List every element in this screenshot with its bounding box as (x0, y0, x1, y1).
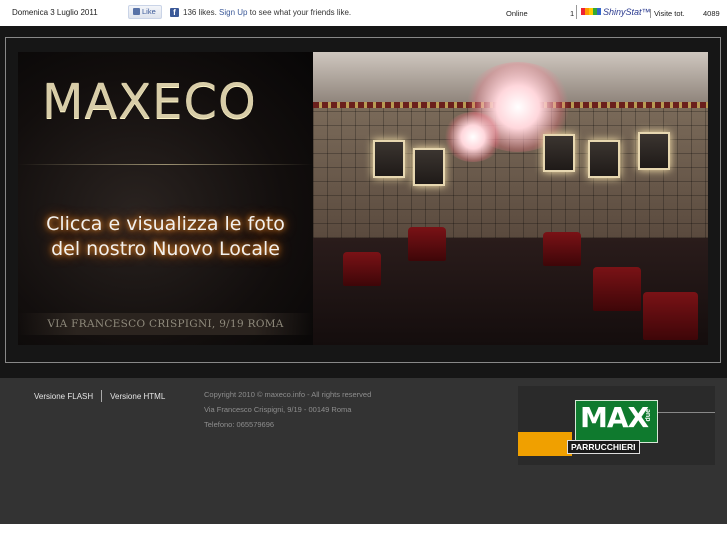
new-location-banner[interactable]: MAXECO Clicca e visualizza le foto del n… (18, 52, 708, 345)
top-bar: Domenica 3 Luglio 2011 Like f 136 likes.… (0, 0, 727, 26)
logo-green-block: MAX due (575, 400, 658, 443)
salon-chair-icon (643, 292, 698, 340)
visite-label: Visite tot. (650, 9, 685, 18)
version-nav: Versione FLASH Versione HTML (34, 390, 165, 402)
logo-due-text: due (645, 409, 652, 422)
flash-version-link[interactable]: Versione FLASH (34, 392, 93, 401)
facebook-icon: f (170, 8, 179, 17)
online-count: 1 (570, 9, 575, 18)
shinystat-logo-icon (581, 8, 601, 15)
chandelier-icon (443, 112, 503, 162)
facebook-like-text: 136 likes. Sign Up to see what your frie… (183, 8, 351, 17)
headline-line-2: del nostro Nuovo Locale (51, 238, 280, 260)
visite-count: 4089 (703, 9, 720, 18)
mirror-icon (373, 140, 405, 178)
page-bottom (0, 524, 727, 545)
mirror-icon (638, 132, 670, 170)
banner-address: VIA FRANCESCO CRISPIGNI, 9/19 ROMA (18, 313, 313, 335)
footer-address: Via Francesco Crispigni, 9/19 - 00149 Ro… (204, 405, 352, 414)
mirror-icon (588, 140, 620, 178)
mirror-icon (543, 134, 575, 172)
mirror-icon (413, 148, 445, 186)
current-date: Domenica 3 Luglio 2011 (12, 8, 98, 17)
html-version-link[interactable]: Versione HTML (110, 392, 165, 401)
salon-photo (313, 52, 708, 345)
maxdue-logo: MAX due PARRUCCHIERI (518, 386, 715, 465)
online-label: Online (506, 9, 528, 18)
salon-chair-icon (343, 252, 381, 286)
footer-info: Copyright 2010 © maxeco.info - All right… (204, 387, 371, 432)
footer: Versione FLASH Versione HTML Copyright 20… (0, 378, 727, 524)
logo-orange-block (518, 432, 572, 456)
headline-line-1: Clicca e visualizza le foto (46, 213, 285, 235)
banner-text-panel: MAXECO Clicca e visualizza le foto del n… (18, 52, 313, 345)
shinystat-label: ShinyStat™ (603, 7, 651, 17)
brand-title: MAXECO (42, 74, 257, 130)
logo-max-text: MAX (580, 401, 649, 434)
shinystat-counter[interactable]: ShinyStat™ (576, 5, 651, 19)
footer-phone: Telefono: 065579696 (204, 420, 275, 429)
nav-divider (101, 390, 103, 402)
signup-link[interactable]: Sign Up (219, 8, 247, 17)
salon-chair-icon (543, 232, 581, 266)
banner-headline: Clicca e visualizza le foto del nostro N… (18, 212, 313, 262)
signup-suffix: to see what your friends like. (249, 8, 352, 17)
salon-chair-icon (593, 267, 641, 311)
like-count: 136 likes. (183, 8, 217, 17)
facebook-like-button[interactable]: Like (128, 5, 162, 19)
thumbs-up-icon (133, 8, 140, 15)
divider (18, 164, 313, 165)
copyright-text: Copyright 2010 © maxeco.info - All right… (204, 390, 372, 399)
salon-chair-icon (408, 227, 446, 261)
logo-tagline: PARRUCCHIERI (567, 440, 640, 454)
like-label: Like (142, 7, 156, 16)
